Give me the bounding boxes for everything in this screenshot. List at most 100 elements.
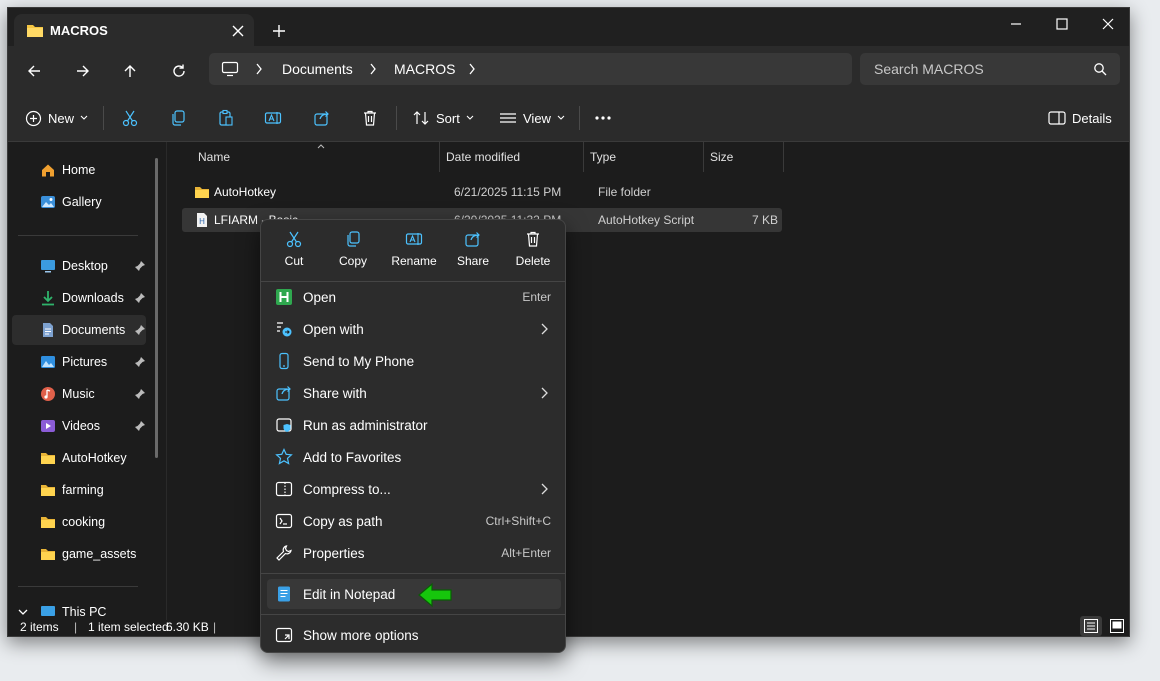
cut-icon[interactable] <box>121 106 139 130</box>
column-header-date[interactable]: Date modified <box>446 142 520 172</box>
sidebar-item-downloads[interactable]: Downloads <box>12 283 146 313</box>
menu-item-label: Run as administrator <box>303 417 428 433</box>
file-row-autohotkey[interactable]: AutoHotkey 6/21/2025 11:15 PM File folde… <box>182 180 782 204</box>
file-type: AutoHotkey Script <box>598 213 695 227</box>
details-view-icon[interactable] <box>1080 616 1102 636</box>
column-divider[interactable] <box>439 142 440 172</box>
address-bar[interactable]: Documents MACROS <box>209 53 852 85</box>
column-header-size[interactable]: Size <box>710 142 733 172</box>
sidebar-item-videos[interactable]: Videos <box>12 411 146 441</box>
rename-label: Rename <box>391 254 437 268</box>
menu-item-add-to-favorites[interactable]: Add to Favorites <box>267 442 561 472</box>
sidebar-item-game-assets[interactable]: game_assets <box>12 539 146 569</box>
menu-item-open[interactable]: Open Enter <box>267 282 561 312</box>
tab-macros[interactable]: MACROS <box>14 14 254 47</box>
sidebar-item-label: Desktop <box>62 259 108 273</box>
back-icon[interactable] <box>19 56 49 86</box>
copy-button[interactable]: Copy <box>325 228 381 276</box>
forward-icon[interactable] <box>68 56 98 86</box>
close-tab-icon[interactable] <box>229 22 247 40</box>
pin-icon[interactable] <box>134 292 146 304</box>
up-icon[interactable] <box>115 56 145 86</box>
shield-icon <box>275 416 293 434</box>
menu-item-share-with[interactable]: Share with <box>267 378 561 408</box>
menu-item-compress-to[interactable]: Compress to... <box>267 474 561 504</box>
copy-icon[interactable] <box>169 106 187 130</box>
menu-item-copy-as-path[interactable]: Copy as path Ctrl+Shift+C <box>267 506 561 536</box>
menu-item-properties[interactable]: Properties Alt+Enter <box>267 538 561 568</box>
pin-icon[interactable] <box>134 260 146 272</box>
new-label: New <box>48 110 75 126</box>
rename-button[interactable]: Rename <box>386 228 442 276</box>
search-placeholder: Search MACROS <box>874 61 984 77</box>
sidebar-item-label: Documents <box>62 323 126 337</box>
breadcrumb-macros[interactable]: MACROS <box>394 61 455 77</box>
sidebar-item-this-pc[interactable]: This PC <box>12 603 146 621</box>
documents-icon <box>40 322 56 338</box>
sort-ascending-icon <box>317 144 325 149</box>
view-icon <box>499 111 517 125</box>
delete-icon[interactable] <box>361 106 379 130</box>
chevron-down-icon[interactable] <box>18 608 28 616</box>
column-header-name[interactable]: Name <box>198 142 230 172</box>
copy-icon <box>344 230 362 248</box>
pin-icon[interactable] <box>134 356 146 368</box>
refresh-icon[interactable] <box>164 56 194 86</box>
green-arrow-icon <box>417 582 453 608</box>
sidebar-item-gallery[interactable]: Gallery <box>12 187 146 217</box>
sidebar-scrollbar[interactable] <box>155 158 158 458</box>
column-divider[interactable] <box>583 142 584 172</box>
search-input[interactable]: Search MACROS <box>860 53 1120 85</box>
new-tab-icon[interactable] <box>270 22 288 40</box>
breadcrumb-documents[interactable]: Documents <box>282 61 353 77</box>
share-button[interactable]: Share <box>445 228 501 276</box>
menu-item-label: Compress to... <box>303 481 391 497</box>
sidebar-item-farming[interactable]: farming <box>12 475 146 505</box>
sort-button[interactable]: Sort <box>412 106 474 130</box>
sidebar-item-home[interactable]: Home <box>12 155 146 185</box>
sidebar-item-cooking[interactable]: cooking <box>12 507 146 537</box>
sidebar-item-desktop[interactable]: Desktop <box>12 251 146 281</box>
folder-icon <box>26 22 44 38</box>
folder-icon <box>40 450 56 466</box>
sidebar-item-pictures[interactable]: Pictures <box>12 347 146 377</box>
file-date: 6/21/2025 11:15 PM <box>454 185 562 199</box>
new-button[interactable]: New <box>25 106 88 130</box>
column-header-type[interactable]: Type <box>590 142 616 172</box>
pin-icon[interactable] <box>134 420 146 432</box>
chevron-right-icon <box>539 483 549 495</box>
chevron-right-icon[interactable] <box>468 63 476 75</box>
cut-button[interactable]: Cut <box>266 228 322 276</box>
folder-icon <box>40 514 56 530</box>
sidebar-item-music[interactable]: Music <box>12 379 146 409</box>
pin-icon[interactable] <box>134 324 146 336</box>
share-icon[interactable] <box>313 106 331 130</box>
more-options-icon[interactable] <box>594 106 612 130</box>
menu-item-send-to-phone[interactable]: Send to My Phone <box>267 346 561 376</box>
sidebar-item-autohotkey[interactable]: AutoHotkey <box>12 443 146 473</box>
sidebar-item-label: Music <box>62 387 95 401</box>
close-window-icon[interactable] <box>1085 8 1129 40</box>
view-label: View <box>523 110 551 126</box>
chevron-right-icon[interactable] <box>255 63 263 75</box>
column-divider[interactable] <box>703 142 704 172</box>
menu-item-show-more-options[interactable]: Show more options <box>267 620 561 650</box>
details-pane-icon <box>1048 111 1066 125</box>
menu-item-open-with[interactable]: Open with <box>267 314 561 344</box>
paste-icon[interactable] <box>217 106 235 130</box>
share-label: Share <box>456 254 490 268</box>
menu-item-edit-in-notepad[interactable]: Edit in Notepad <box>267 579 561 609</box>
tiles-view-icon[interactable] <box>1106 616 1128 636</box>
sidebar-item-documents[interactable]: Documents <box>12 315 146 345</box>
view-button[interactable]: View <box>499 106 565 130</box>
chevron-right-icon[interactable] <box>369 63 377 75</box>
menu-item-run-as-admin[interactable]: Run as administrator <box>267 410 561 440</box>
pin-icon[interactable] <box>134 388 146 400</box>
delete-button[interactable]: Delete <box>505 228 561 276</box>
details-button[interactable]: Details <box>1048 106 1112 130</box>
minimize-icon[interactable] <box>993 8 1039 40</box>
column-divider[interactable] <box>783 142 784 172</box>
rename-icon[interactable] <box>264 106 282 130</box>
sidebar-item-label: This PC <box>62 605 107 619</box>
maximize-icon[interactable] <box>1039 8 1085 40</box>
